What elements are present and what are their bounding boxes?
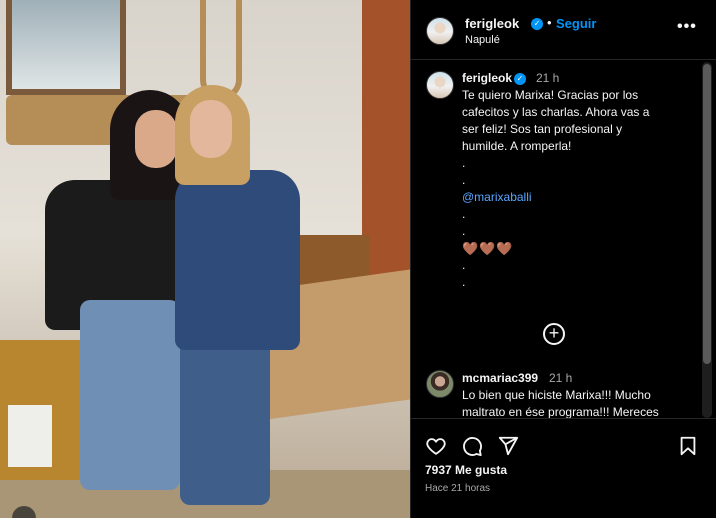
share-icon[interactable] [497, 435, 519, 457]
more-options-icon[interactable]: ••• [677, 18, 697, 36]
heart-icon[interactable] [425, 435, 447, 457]
caption-author-avatar[interactable] [426, 71, 454, 99]
comments-section[interactable]: ferigleok ✓ 21 h Te quiero Marixa! Graci… [411, 61, 707, 418]
caption-time: 21 h [536, 71, 560, 85]
caption-line: ser feliz! Sos tan profesional y [462, 122, 623, 136]
save-icon[interactable] [677, 435, 699, 457]
verified-badge-icon: ✓ [514, 73, 526, 85]
caption-line: . [462, 207, 466, 221]
post-timestamp: Hace 21 horas [425, 483, 491, 494]
person-left-face [135, 110, 177, 168]
load-more-comments-icon[interactable]: + [543, 323, 565, 345]
commenter-username[interactable]: mcmariac399 [462, 371, 538, 385]
caption-line: humilde. A romperla! [462, 139, 572, 153]
comment-time: 21 h [549, 371, 573, 385]
caption-line: . [462, 258, 466, 272]
verified-badge-icon: ✓ [531, 18, 543, 30]
author-avatar[interactable] [426, 17, 454, 45]
caption-line: . [462, 156, 466, 170]
person-left-jeans [80, 300, 180, 490]
caption-line: . [462, 275, 466, 289]
post-details-panel: ferigleok ✓ • Seguir Napulé ••• ferigleo… [410, 0, 716, 518]
person-right-face [190, 100, 232, 158]
post-header: ferigleok ✓ • Seguir Napulé ••• [411, 0, 716, 60]
person-right-jacket [175, 170, 300, 350]
caption-line: . [462, 224, 466, 238]
person-right-pants [180, 330, 270, 505]
comment-text: Lo bien que hiciste Marixa!!! Mucho malt… [462, 387, 692, 418]
post-photo[interactable] [0, 0, 410, 518]
comment-icon[interactable] [461, 435, 483, 457]
post-location[interactable]: Napulé [465, 34, 500, 46]
caption-username[interactable]: ferigleok [462, 71, 512, 85]
caption-line: cafecitos y las charlas. Ahora vas a [462, 105, 650, 119]
comments-scrollbar-thumb[interactable] [703, 64, 711, 364]
background-window [6, 0, 126, 95]
author-username[interactable]: ferigleok [465, 16, 519, 31]
commenter-avatar[interactable] [426, 370, 454, 398]
likes-count[interactable]: 7937 Me gusta [425, 463, 507, 477]
mention-link[interactable]: @marixaballi [462, 189, 687, 206]
brown-hearts-emoji: 🤎🤎🤎 [462, 241, 514, 256]
comment-line: maltrato en ése programa!!! Mereces [462, 405, 659, 418]
follow-button[interactable]: Seguir [556, 16, 596, 31]
separator-dot: • [547, 15, 552, 30]
post-actions: 7937 Me gusta Hace 21 horas [411, 418, 716, 518]
caption-line: . [462, 173, 466, 187]
napkin [8, 405, 52, 467]
comment-line: Lo bien que hiciste Marixa!!! Mucho [462, 388, 651, 402]
caption-line: Te quiero Marixa! Gracias por los [462, 88, 639, 102]
caption-text: Te quiero Marixa! Gracias por los cafeci… [462, 87, 687, 291]
